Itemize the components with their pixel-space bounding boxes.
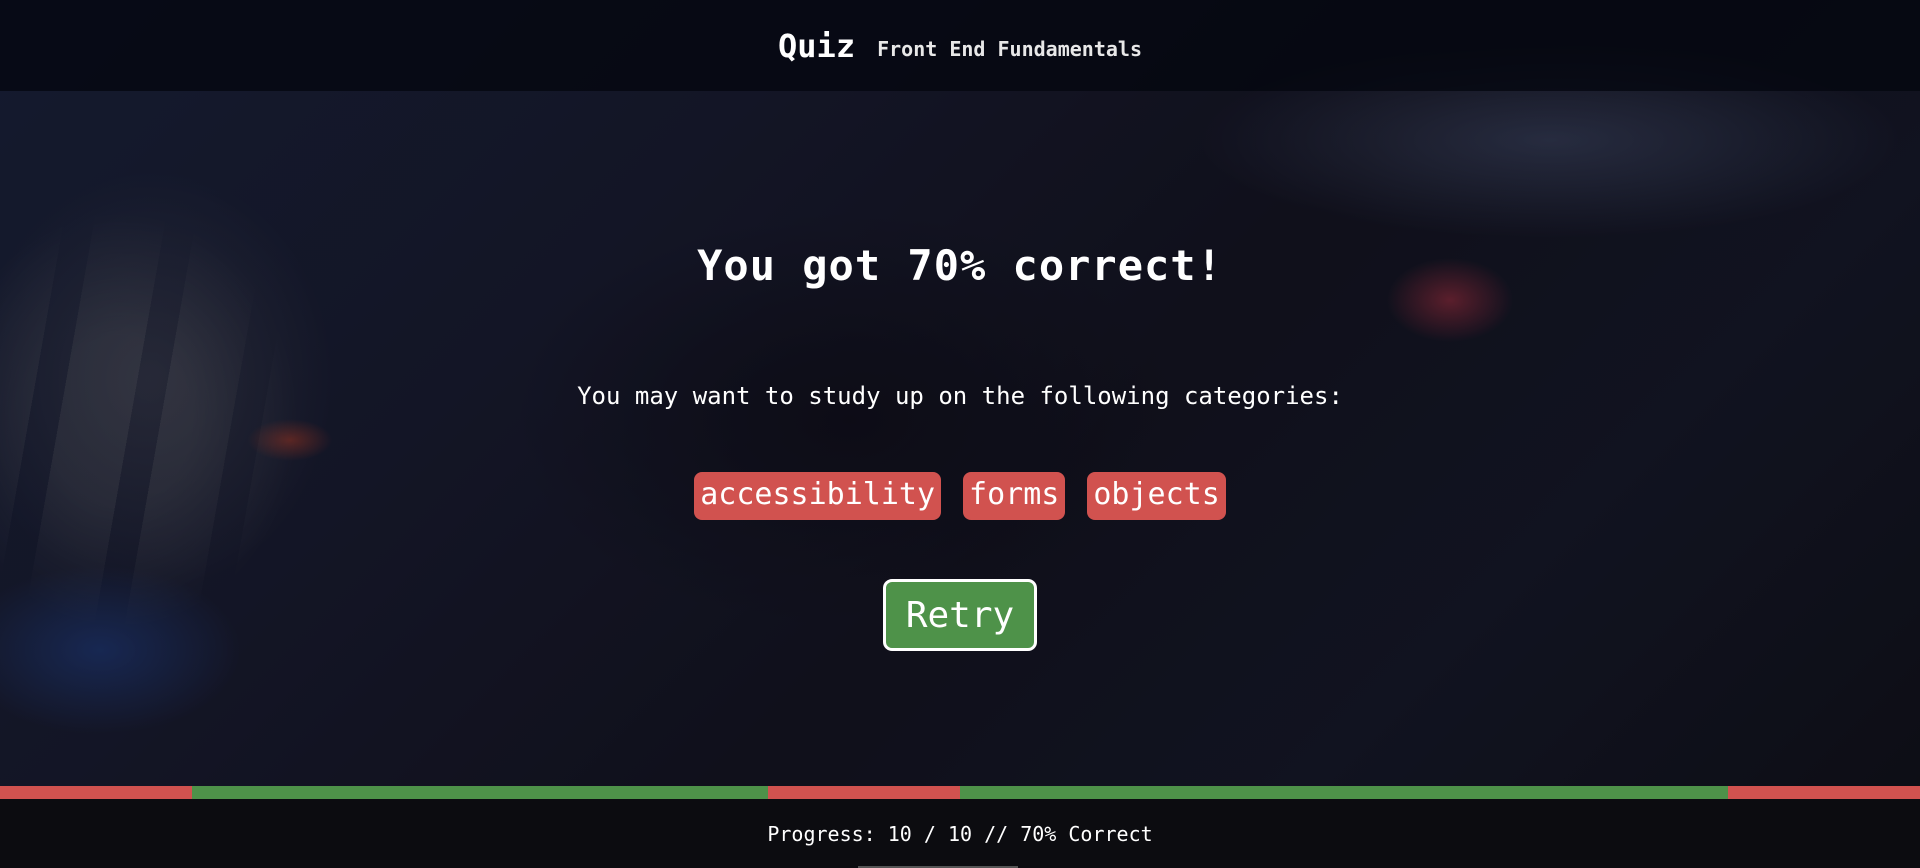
progress-segment-3-correct — [384, 786, 576, 799]
progress-bar — [0, 786, 1920, 799]
progress-segment-10-incorrect — [1728, 786, 1920, 799]
app-header: Quiz Front End Fundamentals — [0, 0, 1920, 91]
progress-segment-4-correct — [576, 786, 768, 799]
progress-segment-7-correct — [1152, 786, 1344, 799]
progress-segment-1-incorrect — [0, 786, 192, 799]
study-message: You may want to study up on the followin… — [577, 382, 1343, 410]
retry-button[interactable]: Retry — [883, 579, 1037, 651]
results-panel: You got 70% correct! You may want to stu… — [0, 91, 1920, 786]
category-chip-objects: objects — [1087, 472, 1226, 520]
progress-segment-2-correct — [192, 786, 384, 799]
category-list: accessibility forms objects — [0, 472, 1920, 520]
progress-segment-8-correct — [1344, 786, 1536, 799]
app-subtitle: Front End Fundamentals — [877, 36, 1142, 61]
progress-segment-6-correct — [960, 786, 1152, 799]
app-title: Quiz — [778, 26, 856, 65]
category-chip-forms: forms — [963, 472, 1066, 520]
progress-text: Progress: 10 / 10 // 70% Correct — [767, 821, 1153, 846]
score-heading: You got 70% correct! — [697, 241, 1223, 290]
footer: Progress: 10 / 10 // 70% Correct — [0, 799, 1920, 868]
category-chip-accessibility: accessibility — [694, 472, 942, 520]
progress-segment-5-incorrect — [768, 786, 960, 799]
progress-segment-9-correct — [1536, 786, 1728, 799]
